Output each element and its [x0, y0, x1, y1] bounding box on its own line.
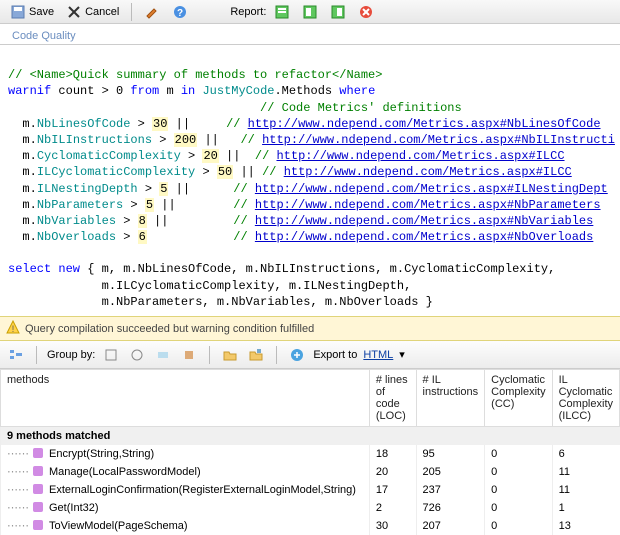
- group-btn-3[interactable]: [153, 345, 173, 365]
- group-header[interactable]: 9 methods matched: [1, 427, 620, 446]
- cell-loc: 20: [369, 463, 416, 481]
- groupby-label: Group by:: [47, 349, 95, 361]
- results-toolbar: Group by: Export to HTML ▾: [0, 341, 620, 369]
- table-row[interactable]: ⋯⋯ExternalLoginConfirmation(RegisterExte…: [1, 481, 620, 499]
- cell-cc: 0: [485, 499, 552, 517]
- report-icon-2: [302, 4, 318, 20]
- help-icon: ?: [172, 4, 188, 20]
- link-nboverloads[interactable]: http://www.ndepend.com/Metrics.aspx#NbOv…: [255, 230, 593, 244]
- method-name: ExternalLoginConfirmation(RegisterExtern…: [49, 484, 356, 496]
- report-close-button[interactable]: [354, 3, 378, 21]
- link-ilcc[interactable]: http://www.ndepend.com/Metrics.aspx#ILCC: [284, 165, 572, 179]
- export-target[interactable]: HTML: [363, 349, 393, 361]
- group-btn-1[interactable]: [101, 345, 121, 365]
- method-icon: [32, 465, 46, 479]
- edit-button[interactable]: [140, 3, 164, 21]
- cell-loc: 18: [369, 445, 416, 463]
- link-ilnesting[interactable]: http://www.ndepend.com/Metrics.aspx#ILNe…: [255, 182, 608, 196]
- svg-text:!: !: [12, 324, 15, 334]
- report-label: Report:: [230, 6, 266, 18]
- cell-il: 237: [416, 481, 485, 499]
- table-row[interactable]: ⋯⋯Manage(LocalPasswordModel)20205011: [1, 463, 620, 481]
- export-label: Export to: [313, 349, 357, 361]
- method-name: Encrypt(String,String): [49, 448, 154, 460]
- cell-loc: 2: [369, 499, 416, 517]
- col-methods[interactable]: methods: [1, 370, 370, 427]
- pencil-icon: [144, 4, 160, 20]
- svg-text:?: ?: [177, 8, 183, 19]
- report-icon-1: [274, 4, 290, 20]
- save-icon: [10, 4, 26, 20]
- cell-cc: 0: [485, 481, 552, 499]
- cell-cc: 0: [485, 463, 552, 481]
- cell-il: 205: [416, 463, 485, 481]
- method-icon: [32, 483, 46, 497]
- cell-ilcc: 1: [552, 499, 619, 517]
- warning-icon: !: [6, 320, 20, 337]
- table-row[interactable]: ⋯⋯Encrypt(String,String)189506: [1, 445, 620, 463]
- cell-loc: 30: [369, 517, 416, 535]
- col-ilcc[interactable]: IL Cyclomatic Complexity (ILCC): [552, 370, 619, 427]
- results-table: methods # lines of code (LOC) # IL instr…: [0, 369, 620, 535]
- tab-code-quality[interactable]: Code Quality: [6, 28, 82, 44]
- report-btn-3[interactable]: [326, 3, 350, 21]
- col-loc[interactable]: # lines of code (LOC): [369, 370, 416, 427]
- cancel-button[interactable]: Cancel: [62, 3, 123, 21]
- close-circle-icon: [358, 4, 374, 20]
- cell-ilcc: 11: [552, 463, 619, 481]
- table-row[interactable]: ⋯⋯Get(Int32)272601: [1, 499, 620, 517]
- method-icon: [32, 519, 46, 533]
- status-bar: ! Query compilation succeeded but warnin…: [0, 316, 620, 341]
- cell-cc: 0: [485, 445, 552, 463]
- link-nbparameters[interactable]: http://www.ndepend.com/Metrics.aspx#NbPa…: [255, 198, 601, 212]
- cell-ilcc: 13: [552, 517, 619, 535]
- method-name: ToViewModel(PageSchema): [49, 520, 188, 532]
- cell-il: 95: [416, 445, 485, 463]
- cell-ilcc: 6: [552, 445, 619, 463]
- report-icon-3: [330, 4, 346, 20]
- folder-btn-2[interactable]: [246, 345, 266, 365]
- link-nbvariables[interactable]: http://www.ndepend.com/Metrics.aspx#NbVa…: [255, 214, 593, 228]
- group-btn-4[interactable]: [179, 345, 199, 365]
- cell-il: 207: [416, 517, 485, 535]
- method-icon: [32, 501, 46, 515]
- link-nblinesofcode[interactable]: http://www.ndepend.com/Metrics.aspx#NbLi…: [248, 117, 601, 131]
- link-cc[interactable]: http://www.ndepend.com/Metrics.aspx#ILCC: [276, 149, 564, 163]
- export-dropdown[interactable]: ▾: [399, 348, 405, 361]
- help-button[interactable]: ?: [168, 3, 192, 21]
- group-btn-2[interactable]: [127, 345, 147, 365]
- tab-strip: Code Quality: [0, 24, 620, 45]
- cell-il: 726: [416, 499, 485, 517]
- col-il[interactable]: # IL instructions: [416, 370, 485, 427]
- cell-cc: 0: [485, 517, 552, 535]
- cancel-icon: [66, 4, 82, 20]
- separator: [131, 3, 132, 21]
- code-editor[interactable]: // <Name>Quick summary of methods to ref…: [0, 45, 620, 316]
- export-icon: [287, 345, 307, 365]
- col-cc[interactable]: Cyclomatic Complexity (CC): [485, 370, 552, 427]
- tree-view-btn[interactable]: [6, 345, 26, 365]
- cell-ilcc: 11: [552, 481, 619, 499]
- main-toolbar: Save Cancel ? Report:: [0, 0, 620, 24]
- folder-btn[interactable]: [220, 345, 240, 365]
- save-label: Save: [29, 6, 54, 18]
- report-btn-1[interactable]: [270, 3, 294, 21]
- save-button[interactable]: Save: [6, 3, 58, 21]
- report-btn-2[interactable]: [298, 3, 322, 21]
- table-row[interactable]: ⋯⋯ToViewModel(PageSchema)30207013: [1, 517, 620, 535]
- method-icon: [32, 447, 46, 461]
- cell-loc: 17: [369, 481, 416, 499]
- cancel-label: Cancel: [85, 6, 119, 18]
- method-name: Manage(LocalPasswordModel): [49, 466, 201, 478]
- method-name: Get(Int32): [49, 502, 99, 514]
- link-nbilinstructions[interactable]: http://www.ndepend.com/Metrics.aspx#NbIL…: [262, 133, 615, 147]
- status-text: Query compilation succeeded but warning …: [25, 323, 314, 335]
